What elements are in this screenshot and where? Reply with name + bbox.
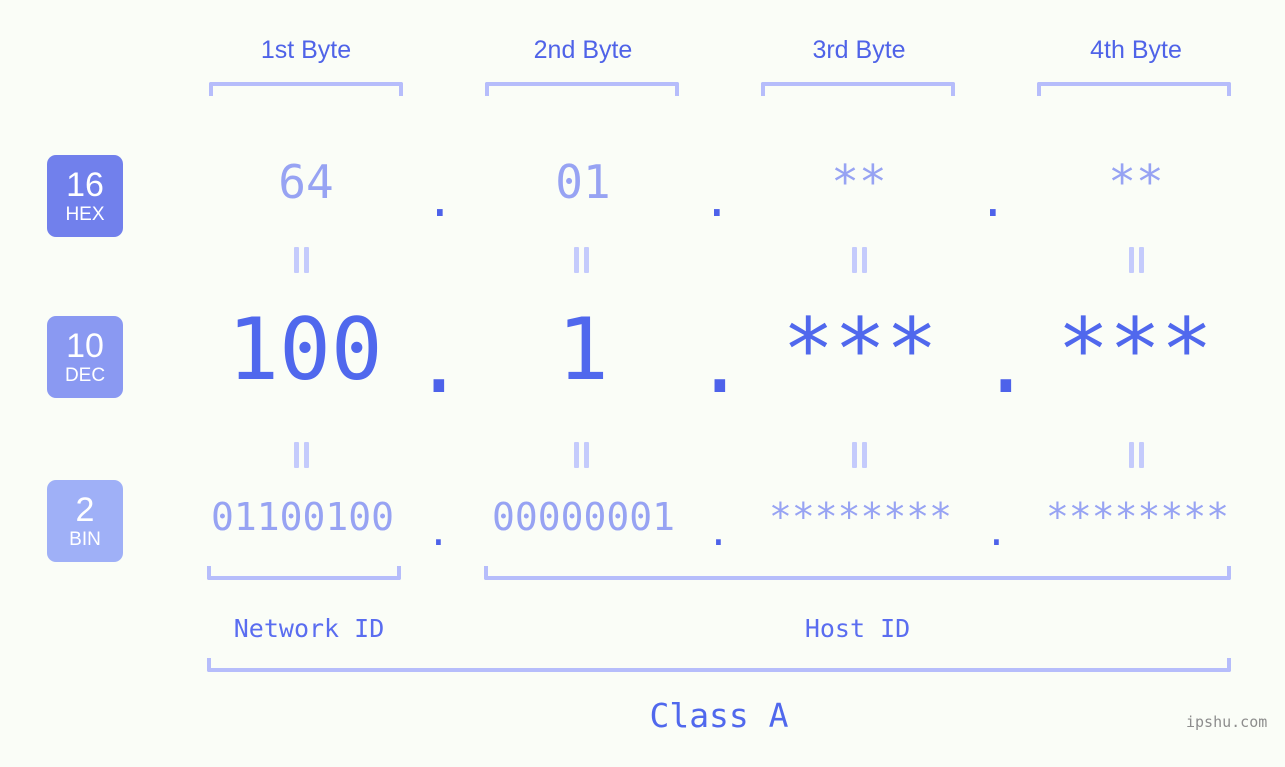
bin-byte-value-3: ******** [768, 495, 953, 539]
byte-header-label-2: 2nd Byte [533, 36, 633, 64]
dec-byte-value-2: 1 [557, 300, 609, 400]
equals-mark-dec-bin-1 [292, 442, 310, 468]
base-badge-dec-label: DEC [64, 365, 106, 386]
dec-separator-1: . [413, 313, 465, 413]
site-watermark: ipshu.com [1186, 713, 1268, 731]
byte-bracket-top-1 [209, 82, 403, 96]
host-id-label: Host ID [804, 614, 911, 643]
class-label: Class A [649, 696, 789, 735]
bin-separator-3: . [985, 510, 1008, 554]
base-badge-bin-number: 2 [75, 491, 95, 529]
dec-byte-value-3: *** [782, 300, 938, 400]
base-badge-dec-number: 10 [66, 327, 104, 365]
byte-bracket-top-2 [485, 82, 679, 96]
equals-mark-hex-dec-4 [1127, 247, 1145, 273]
base-badge-bin[interactable]: 2 BIN [47, 480, 123, 562]
equals-mark-dec-bin-4 [1127, 442, 1145, 468]
base-badge-dec[interactable]: 10 DEC [47, 316, 123, 398]
byte-header-label-4: 4th Byte [1090, 36, 1182, 64]
bin-byte-value-1: 01100100 [210, 495, 395, 539]
equals-mark-hex-dec-2 [572, 247, 590, 273]
host-id-bracket [484, 566, 1231, 580]
byte-bracket-top-3 [761, 82, 955, 96]
bin-byte-value-4: ******** [1045, 495, 1230, 539]
base-badge-hex[interactable]: 16 HEX [47, 155, 123, 237]
ip-address-byte-diagram: 1st Byte 2nd Byte 3rd Byte 4th Byte 16 H… [0, 0, 1285, 767]
dec-separator-3: . [980, 313, 1032, 413]
network-id-label: Network ID [233, 614, 385, 643]
dec-byte-value-4: *** [1057, 300, 1213, 400]
hex-byte-value-2: 01 [555, 155, 611, 209]
base-badge-bin-label: BIN [69, 529, 101, 550]
base-badge-hex-number: 16 [66, 166, 104, 204]
network-id-bracket [207, 566, 401, 580]
bin-byte-value-2: 00000001 [491, 495, 676, 539]
hex-byte-value-4: ** [1108, 155, 1164, 209]
dec-separator-2: . [694, 313, 746, 413]
dec-byte-value-1: 100 [227, 300, 383, 400]
byte-header-label-3: 3rd Byte [812, 36, 906, 64]
equals-mark-hex-dec-3 [850, 247, 868, 273]
equals-mark-hex-dec-1 [292, 247, 310, 273]
base-badge-hex-label: HEX [65, 204, 105, 225]
equals-mark-dec-bin-3 [850, 442, 868, 468]
hex-separator-2: . [703, 173, 731, 227]
hex-separator-1: . [426, 173, 454, 227]
byte-bracket-top-4 [1037, 82, 1231, 96]
equals-mark-dec-bin-2 [572, 442, 590, 468]
hex-byte-value-1: 64 [278, 155, 334, 209]
hex-separator-3: . [979, 173, 1007, 227]
bin-separator-2: . [707, 510, 730, 554]
class-bracket [207, 658, 1231, 672]
bin-separator-1: . [427, 510, 450, 554]
hex-byte-value-3: ** [831, 155, 887, 209]
byte-header-label-1: 1st Byte [260, 36, 352, 64]
